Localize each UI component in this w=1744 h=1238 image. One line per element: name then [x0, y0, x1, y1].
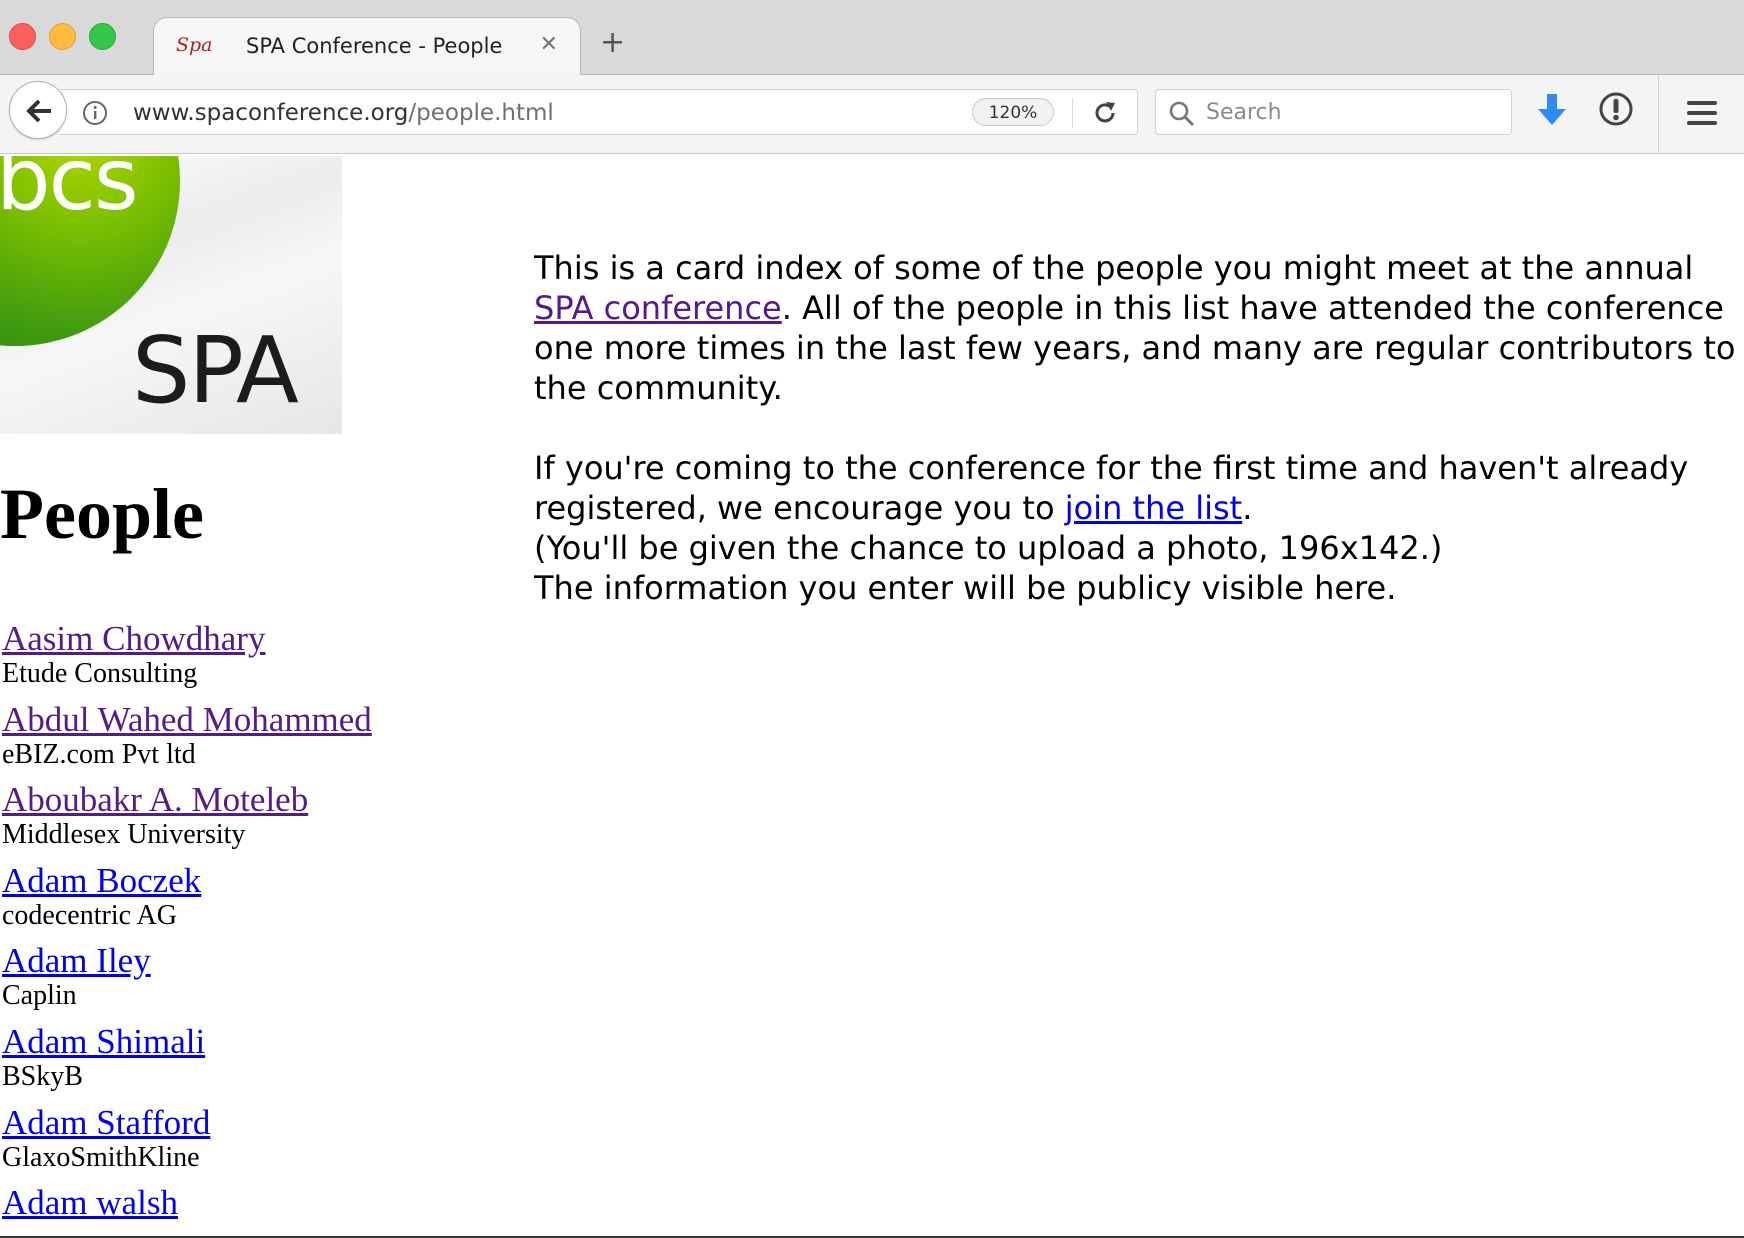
window-minimize-button[interactable]	[49, 23, 76, 50]
page-title: People	[0, 474, 204, 554]
tab-bar: Spa SPA Conference - People ✕ +	[0, 0, 1744, 75]
reload-icon[interactable]	[1090, 98, 1120, 128]
person-name-link[interactable]: Adam Boczek	[2, 860, 482, 902]
person-name-link[interactable]: Adam Stafford	[2, 1102, 482, 1144]
join-the-list-link[interactable]: join the list	[1065, 489, 1243, 527]
zoom-level-badge[interactable]: 120%	[972, 98, 1054, 126]
active-tab[interactable]: Spa SPA Conference - People ✕	[153, 17, 581, 75]
back-button[interactable]	[9, 81, 67, 139]
person-entry: Adam Stafford GlaxoSmithKline	[2, 1102, 482, 1183]
person-entry: Aboubakr A. Moteleb Middlesex University	[2, 779, 482, 860]
logo-bcs-text: bcs	[0, 156, 139, 230]
person-organization: BSkyB	[2, 1060, 83, 1092]
person-organization: Etude Consulting	[2, 658, 198, 689]
search-icon	[1169, 101, 1195, 127]
bcs-spa-logo: bcs SPA	[0, 156, 342, 434]
person-entry: Adam Shimali BSkyB	[2, 1021, 482, 1102]
person-organization: Caplin	[2, 980, 77, 1012]
spa-conference-link[interactable]: SPA conference	[534, 289, 782, 327]
hamburger-menu-icon[interactable]	[1685, 99, 1719, 127]
photo-upload-note: (You'll be given the chance to upload a …	[534, 529, 1443, 567]
back-arrow-icon	[26, 99, 51, 123]
person-name-link[interactable]: Aboubakr A. Moteleb	[2, 779, 482, 821]
logo-spa-text: SPA	[132, 317, 299, 424]
navigation-toolbar: www.spaconference.org/people.html 120%	[0, 75, 1744, 154]
person-entry: Adam walsh	[2, 1182, 482, 1238]
visibility-note: The information you enter will be public…	[534, 569, 1397, 607]
url-path: /people.html	[408, 100, 554, 126]
person-organization: codecentric AG	[2, 899, 177, 931]
intro-p2-text-after: .	[1242, 489, 1253, 527]
window-close-button[interactable]	[9, 23, 36, 50]
download-icon[interactable]	[1535, 92, 1569, 128]
person-name-link[interactable]: Aasim Chowdhary	[2, 618, 482, 660]
person-organization: GlaxoSmithKline	[2, 1141, 200, 1173]
search-input[interactable]	[1206, 98, 1496, 126]
search-bar[interactable]	[1155, 89, 1512, 135]
url-divider	[1072, 98, 1073, 128]
intro-paragraph-1: This is a card index of some of the peop…	[534, 248, 1739, 408]
toolbar-divider	[1658, 75, 1659, 153]
tab-title: SPA Conference - People	[246, 34, 503, 58]
intro-paragraph-2: If you're coming to the conference for t…	[534, 448, 1739, 608]
new-tab-button[interactable]: +	[600, 28, 625, 58]
site-favicon-icon: Spa	[176, 34, 213, 56]
window-maximize-button[interactable]	[89, 23, 116, 50]
people-list: Aasim Chowdhary Etude Consulting Abdul Wah…	[2, 618, 482, 1238]
site-info-icon[interactable]	[82, 100, 108, 126]
url-text[interactable]: www.spaconference.org/people.html	[133, 100, 554, 126]
page-viewport: bcs SPA People Aasim Chowdhary Etude Cons…	[0, 154, 1744, 1238]
person-entry: Adam Boczek codecentric AG	[2, 860, 482, 941]
person-entry: Adam Iley Caplin	[2, 940, 482, 1021]
person-entry: Abdul Wahed Mohammed eBIZ.com Pvt ltd	[2, 699, 482, 780]
person-name-link[interactable]: Adam Iley	[2, 940, 482, 982]
person-name-link[interactable]: Adam Shimali	[2, 1021, 482, 1063]
close-tab-icon[interactable]: ✕	[540, 32, 558, 58]
person-name-link[interactable]: Adam walsh	[2, 1182, 482, 1224]
person-organization: Middlesex University	[2, 819, 246, 851]
url-host: www.spaconference.org	[133, 100, 409, 126]
intro-p1-text-before: This is a card index of some of the peop…	[534, 249, 1694, 287]
address-bar[interactable]: www.spaconference.org/people.html 120%	[60, 89, 1138, 135]
intro-text: This is a card index of some of the peop…	[534, 248, 1739, 608]
person-organization: eBIZ.com Pvt ltd	[2, 738, 196, 770]
person-entry: Aasim Chowdhary Etude Consulting	[2, 618, 482, 699]
extension-icon[interactable]	[1598, 91, 1634, 127]
person-name-link[interactable]: Abdul Wahed Mohammed	[2, 699, 482, 741]
